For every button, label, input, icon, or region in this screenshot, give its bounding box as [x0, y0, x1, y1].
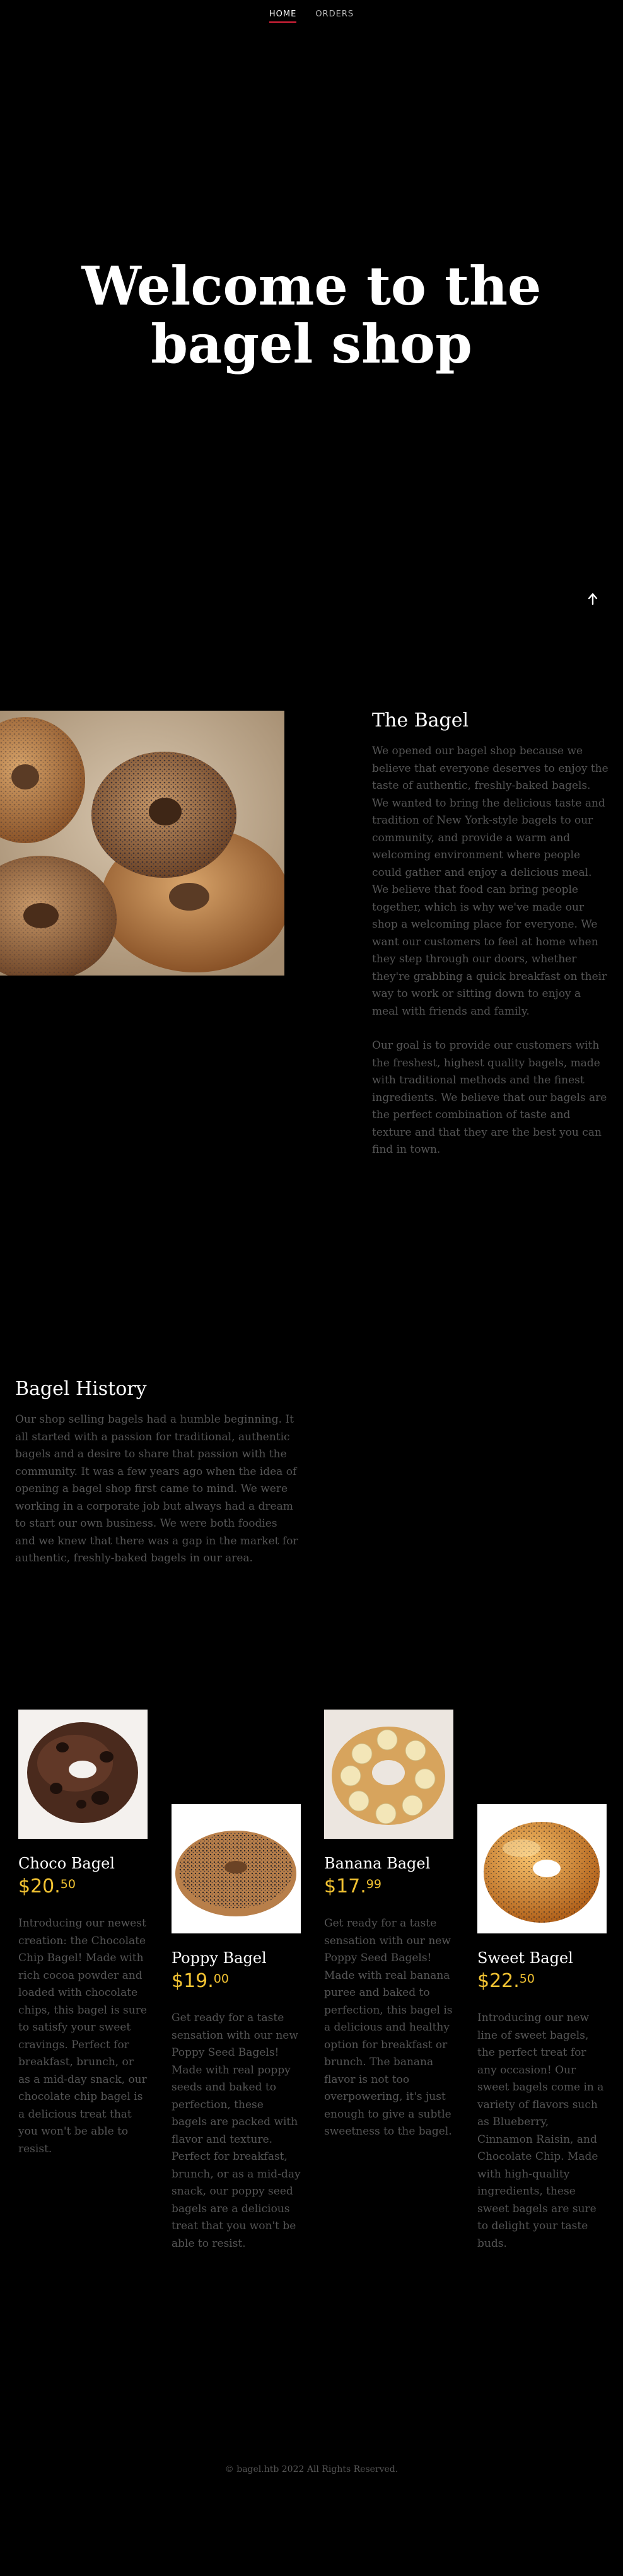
arrow-up-icon	[588, 593, 598, 605]
product-description: Introducing our new line of sweet bagels…	[477, 2012, 604, 2250]
product-description: Get ready for a taste sensation with our…	[172, 2012, 301, 2250]
hero-title: Welcome to the bagel shop	[0, 257, 623, 373]
product-price: $19.00	[172, 1970, 229, 1992]
nav-links: HOME ORDERS	[269, 9, 354, 23]
top-nav: HOME ORDERS	[0, 0, 623, 29]
sweet-bagel-image	[477, 1804, 607, 1933]
product-name: Sweet Bagel	[477, 1949, 573, 1967]
about-title: The Bagel	[372, 709, 469, 731]
product-name: Choco Bagel	[18, 1855, 115, 1872]
product-card-sweet: Sweet Bagel $22.50 Introducing our new l…	[477, 1804, 607, 2253]
footer-copyright: © bagel.htb 2022 All Rights Reserved.	[224, 2464, 399, 2474]
product-price: $22.50	[477, 1970, 535, 1992]
poppy-bagel-image	[172, 1804, 301, 1933]
product-name: Poppy Bagel	[172, 1949, 267, 1967]
about-text: We opened our bagel shop because we beli…	[372, 743, 608, 1159]
bagels-photo	[0, 711, 284, 976]
hero-title-line-1: Welcome to the	[81, 255, 542, 317]
nav-link-home[interactable]: HOME	[269, 9, 297, 23]
product-name: Banana Bagel	[324, 1855, 431, 1872]
product-description: Introducing our newest creation: the Cho…	[18, 1917, 147, 2155]
product-card-choco: Choco Bagel $20.50 Introducing our newes…	[18, 1710, 148, 2158]
banana-bagel-image	[324, 1710, 453, 1839]
nav-link-orders[interactable]: ORDERS	[315, 9, 354, 23]
about-paragraph-1: We opened our bagel shop because we beli…	[372, 745, 608, 1018]
history-title: Bagel History	[15, 1378, 147, 1400]
product-price: $20.50	[18, 1875, 76, 1897]
product-card-banana: Banana Bagel $17.99 Get ready for a tast…	[324, 1710, 453, 2141]
history-text: Our shop selling bagels had a humble beg…	[15, 1413, 298, 1565]
product-card-poppy: Poppy Bagel $19.00 Get ready for a taste…	[172, 1804, 301, 2253]
about-paragraph-2: Our goal is to provide our customers wit…	[372, 1039, 607, 1156]
scroll-to-top-button[interactable]	[585, 592, 600, 607]
hero-title-line-2: bagel shop	[151, 313, 472, 375]
choco-bagel-image	[18, 1710, 148, 1839]
product-price: $17.99	[324, 1875, 381, 1897]
product-description: Get ready for a taste sensation with our…	[324, 1917, 453, 2138]
